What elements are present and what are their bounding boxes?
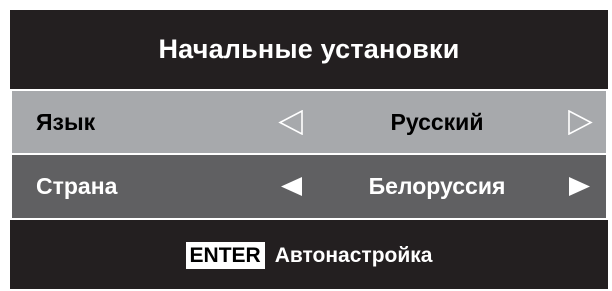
auto-setup-label: Автонастройка <box>274 243 433 267</box>
enter-key-badge: ENTER <box>185 242 265 269</box>
triangle-left-filled-icon[interactable] <box>278 155 303 218</box>
menu-title: Начальные установки <box>158 33 460 64</box>
triangle-left-outline-icon[interactable] <box>278 91 303 153</box>
country-row[interactable]: Страна Белоруссия <box>10 153 608 220</box>
triangle-right-outline-icon[interactable] <box>568 91 593 153</box>
language-row[interactable]: Язык Русский <box>10 89 608 155</box>
auto-setup-hint[interactable]: ENTER Автонастройка <box>10 222 608 289</box>
language-label: Язык <box>36 108 96 135</box>
country-label: Страна <box>36 173 118 199</box>
country-value: Белоруссия <box>368 173 506 199</box>
setup-menu: Начальные установки Язык Русский Страна … <box>10 10 608 289</box>
triangle-right-filled-icon[interactable] <box>568 155 593 218</box>
language-value: Русский <box>390 108 484 135</box>
